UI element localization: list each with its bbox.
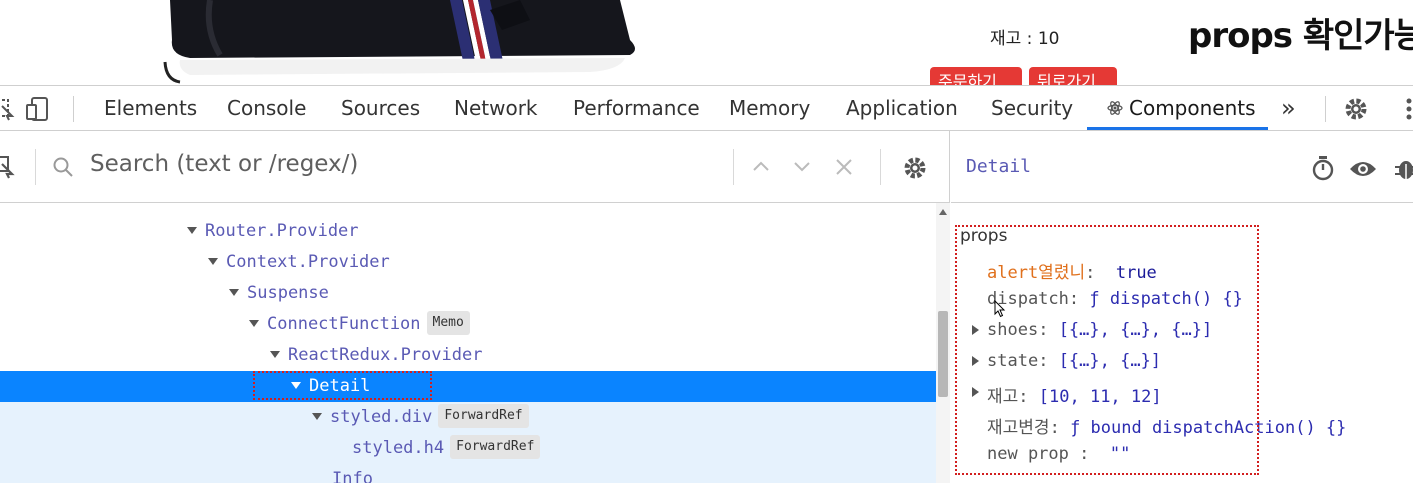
annotation-highlight-box <box>253 371 432 400</box>
devtools-tab-bar: Elements Console Sources Network Perform… <box>0 85 1413 131</box>
tree-scrollbar[interactable] <box>936 203 950 483</box>
tree-row-label: ReactRedux.Provider <box>288 345 483 365</box>
tree-row[interactable]: ConnectFunction Memo <box>0 309 936 340</box>
props-note-text: props 확인가능 <box>1188 16 1413 56</box>
react-atom-icon <box>1107 101 1123 115</box>
tree-row[interactable]: ReactRedux.Provider <box>0 340 936 371</box>
collapse-arrow-icon[interactable] <box>208 257 218 265</box>
more-options-icon[interactable] <box>1396 96 1413 122</box>
tree-row-label: Info <box>332 469 373 483</box>
tab-elements[interactable]: Elements <box>104 86 197 130</box>
search-divider <box>880 149 881 185</box>
tree-row[interactable]: styled.div ForwardRef <box>0 402 936 433</box>
tree-row-label: styled.h4 <box>352 438 445 458</box>
tree-row[interactable]: Router.Provider <box>0 216 936 247</box>
scroll-thumb[interactable] <box>938 311 948 397</box>
tree-row-label: Context.Provider <box>226 252 390 272</box>
shoe-product-image <box>163 0 635 84</box>
component-tree-pane: Router.Provider Context.Provider Suspens… <box>0 131 950 483</box>
settings-gear-icon[interactable] <box>1343 96 1369 122</box>
tab-memory[interactable]: Memory <box>729 86 810 130</box>
annotation-highlight-box <box>955 225 1259 475</box>
toolbar-divider <box>73 96 74 122</box>
component-tree: Router.Provider Context.Provider Suspens… <box>0 216 936 483</box>
collapse-arrow-icon[interactable] <box>270 350 280 358</box>
back-button[interactable]: 뒤로가기 <box>1029 67 1117 85</box>
search-icon <box>53 157 73 177</box>
order-button[interactable]: 주문하기 <box>930 67 1022 85</box>
tree-row[interactable]: Info <box>0 464 936 483</box>
search-divider <box>733 149 734 185</box>
tree-row-label: Suspense <box>247 283 329 303</box>
memo-badge: Memo <box>426 311 470 335</box>
collapse-arrow-icon[interactable] <box>229 288 239 296</box>
inspector-header: Detail <box>951 131 1413 203</box>
chevron-up-icon[interactable] <box>752 159 770 173</box>
chevron-down-icon[interactable] <box>793 160 811 174</box>
toolbar-divider <box>1325 96 1326 122</box>
search-input[interactable] <box>90 151 720 177</box>
scroll-up-arrow-icon[interactable] <box>939 209 947 215</box>
search-divider <box>35 149 36 185</box>
component-search-bar <box>0 131 950 203</box>
bug-icon[interactable] <box>1395 155 1413 181</box>
tree-row[interactable]: Suspense <box>0 278 936 309</box>
inspect-element-icon[interactable] <box>0 96 16 122</box>
tab-components-label: Components <box>1129 96 1256 120</box>
collapse-arrow-icon[interactable] <box>312 412 322 420</box>
settings-gear-icon[interactable] <box>902 155 928 181</box>
collapse-arrow-icon[interactable] <box>249 319 259 327</box>
tree-row-label: Router.Provider <box>205 221 359 241</box>
tab-sources[interactable]: Sources <box>341 86 420 130</box>
collapse-arrow-icon[interactable] <box>187 226 197 234</box>
stopwatch-icon[interactable] <box>1311 155 1335 181</box>
close-icon[interactable] <box>835 158 853 176</box>
eye-icon[interactable] <box>1349 159 1377 179</box>
device-toolbar-icon[interactable] <box>26 96 52 122</box>
forwardref-badge: ForwardRef <box>450 435 541 459</box>
select-element-icon[interactable] <box>0 155 16 179</box>
stock-text: 재고 : 10 <box>990 29 1060 49</box>
tree-row-label: ConnectFunction <box>267 314 421 334</box>
tree-row[interactable]: Context.Provider <box>0 247 936 278</box>
forwardref-badge: ForwardRef <box>438 404 529 428</box>
mouse-cursor-icon <box>994 300 1006 318</box>
tree-row[interactable]: styled.h4 ForwardRef <box>0 433 936 464</box>
more-tabs-button[interactable]: » <box>1281 86 1296 130</box>
tab-security[interactable]: Security <box>991 86 1073 130</box>
tab-network[interactable]: Network <box>454 86 538 130</box>
tree-row-selected[interactable]: Detail <box>0 371 936 402</box>
tab-performance[interactable]: Performance <box>573 86 700 130</box>
inspector-pane: Detail props alert열렸니: true dispatch: ƒ … <box>951 131 1413 483</box>
tree-row-label: styled.div <box>330 407 433 427</box>
tab-components[interactable]: Components <box>1087 86 1268 130</box>
tab-console[interactable]: Console <box>227 86 306 130</box>
selected-component-name: Detail <box>966 156 1032 177</box>
tab-application[interactable]: Application <box>846 86 958 130</box>
app-page: 재고 : 10 props 확인가능 주문하기 뒤로가기 <box>0 0 1413 85</box>
